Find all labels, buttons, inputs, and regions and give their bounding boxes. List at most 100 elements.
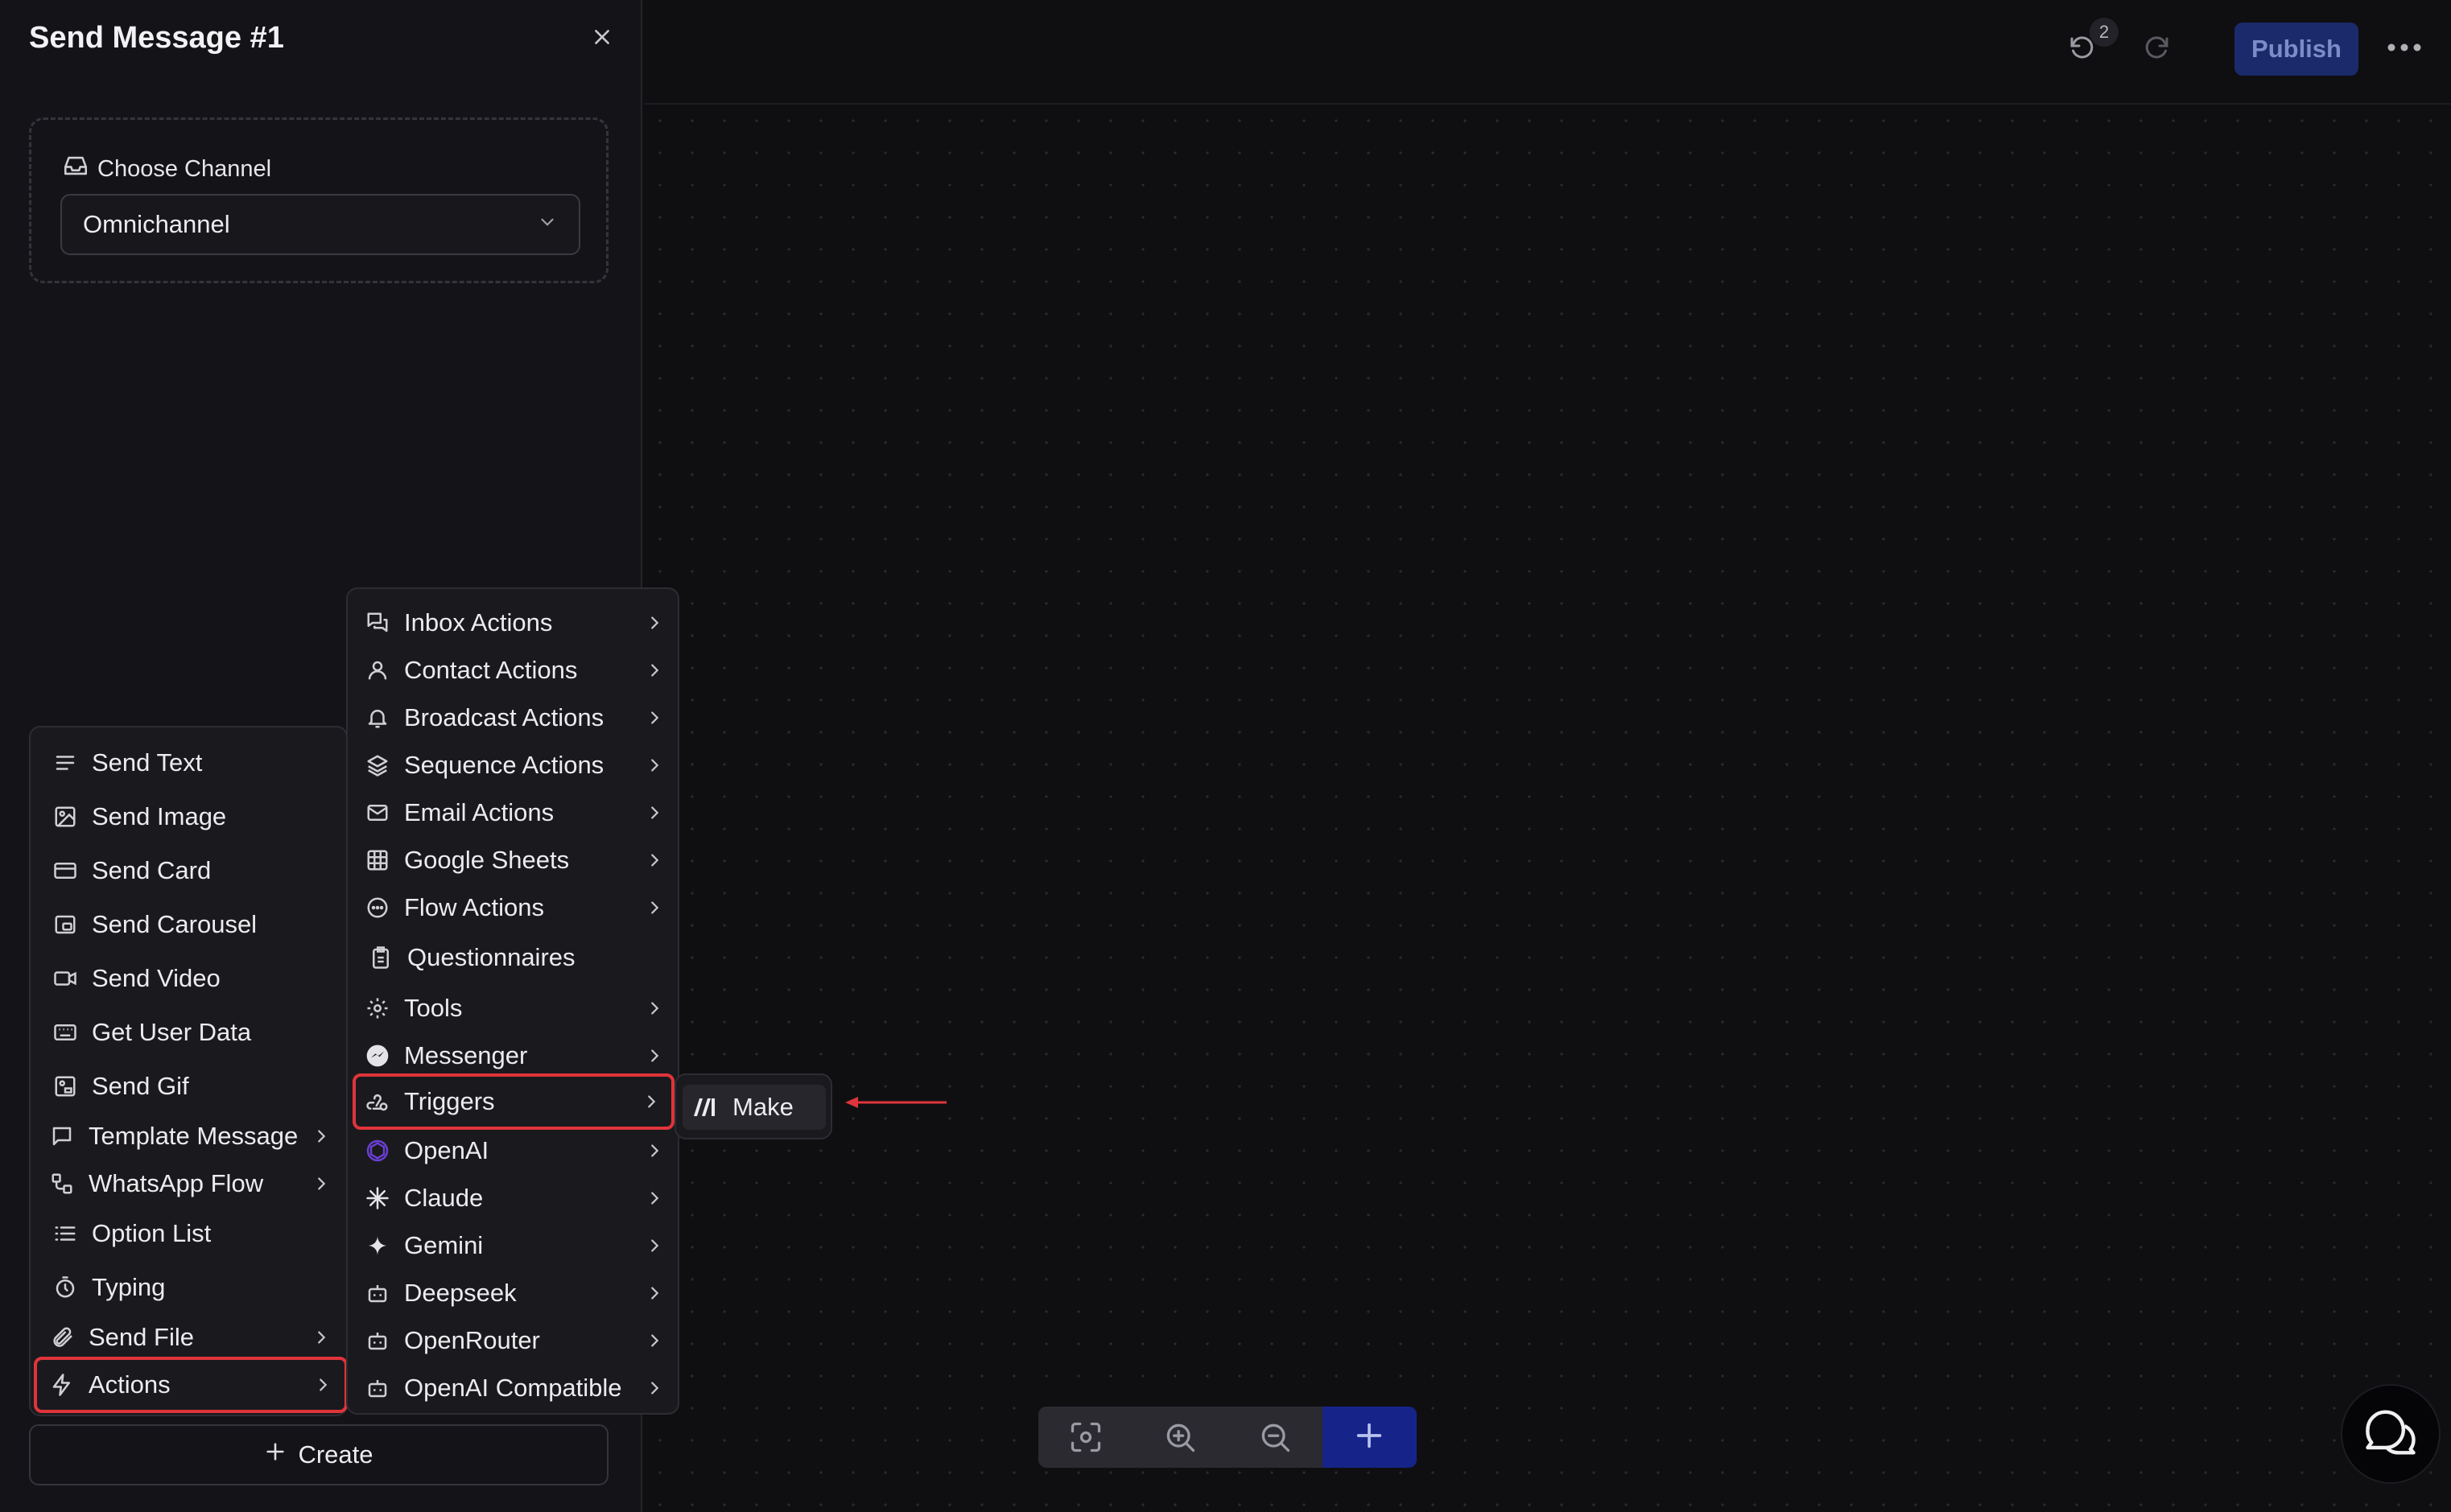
menu-item-label: Send Video <box>92 964 221 992</box>
chevron-right-icon <box>642 1376 666 1400</box>
menu-item-template-message[interactable]: Template Message <box>48 1114 333 1159</box>
chevron-right-icon <box>642 1281 666 1305</box>
menu-item-label: Send Image <box>92 802 227 830</box>
chevron-right-icon <box>642 1044 666 1068</box>
menu-item-openrouter[interactable]: OpenRouter <box>364 1318 666 1363</box>
menu-item-label: Contact Actions <box>404 656 578 684</box>
menu-item-label: Claude <box>404 1184 484 1212</box>
gear-icon <box>364 995 391 1022</box>
menu-item-actions[interactable]: Actions <box>34 1357 348 1413</box>
topbar-divider <box>644 103 2451 105</box>
zoom-out-icon[interactable] <box>1228 1407 1322 1468</box>
chevron-right-icon <box>309 1172 333 1196</box>
carousel-icon <box>52 911 79 938</box>
menu-item-label: Google Sheets <box>404 846 570 874</box>
triggers-submenu: Make <box>675 1073 832 1139</box>
create-button[interactable]: Create <box>29 1424 609 1485</box>
menu-item-send-image[interactable]: Send Image <box>52 794 333 839</box>
menu-item-send-video[interactable]: Send Video <box>52 956 333 1001</box>
lightning-icon <box>48 1371 76 1399</box>
menu-item-sequence-actions[interactable]: Sequence Actions <box>364 743 666 788</box>
more-options-icon[interactable] <box>2384 27 2424 68</box>
keyboard-icon <box>52 1019 79 1046</box>
menu-item-get-user-data[interactable]: Get User Data <box>52 1010 333 1055</box>
menu-item-label: Flow Actions <box>404 893 545 921</box>
menu-item-label: Send Text <box>92 748 203 777</box>
inbox-icon <box>62 152 89 186</box>
menu-item-label: Email Actions <box>404 798 555 826</box>
message-type-menu: Send Text Send Image Send Card Send Caro… <box>29 726 348 1416</box>
chevron-right-icon <box>642 1234 666 1258</box>
paperclip-icon <box>48 1324 76 1351</box>
chat-bubbles-icon <box>2360 1402 2421 1467</box>
menu-item-google-sheets[interactable]: Google Sheets <box>364 838 666 883</box>
menu-item-label: Messenger <box>404 1041 528 1069</box>
menu-item-email-actions[interactable]: Email Actions <box>364 790 666 835</box>
flow-icon <box>48 1170 76 1197</box>
menu-item-openai[interactable]: OpenAI <box>364 1128 666 1173</box>
clipboard-icon <box>367 944 394 971</box>
channel-section: Choose Channel Omnichannel <box>29 117 609 283</box>
menu-item-label: Deepseek <box>404 1279 517 1307</box>
menu-item-send-text[interactable]: Send Text <box>52 740 333 785</box>
menu-item-option-list[interactable]: Option List <box>52 1211 333 1256</box>
table-icon <box>364 847 391 874</box>
bell-icon <box>364 704 391 731</box>
chevron-right-icon <box>642 848 666 872</box>
inbox-icon <box>364 609 391 637</box>
menu-item-label: Tools <box>404 994 463 1022</box>
messenger-icon <box>364 1042 391 1069</box>
menu-item-triggers[interactable]: Triggers <box>353 1073 675 1130</box>
fit-view-icon[interactable] <box>1038 1407 1133 1468</box>
menu-item-label: Actions <box>89 1370 171 1399</box>
add-node-button[interactable] <box>1322 1407 1417 1468</box>
menu-item-messenger[interactable]: Messenger <box>364 1033 666 1078</box>
support-chat-button[interactable] <box>2341 1384 2441 1484</box>
panel-title: Send Message #1 <box>29 21 284 55</box>
menu-item-deepseek[interactable]: Deepseek <box>364 1271 666 1316</box>
menu-item-typing[interactable]: Typing <box>52 1265 333 1310</box>
menu-item-tools[interactable]: Tools <box>364 986 666 1031</box>
chevron-right-icon <box>642 1329 666 1353</box>
mail-icon <box>364 799 391 826</box>
video-icon <box>52 965 79 992</box>
channel-label: Choose Channel <box>62 152 271 186</box>
bot-icon <box>364 1327 391 1354</box>
menu-item-flow-actions[interactable]: Flow Actions <box>364 885 666 930</box>
card-icon <box>52 857 79 884</box>
chevron-right-icon <box>311 1373 335 1397</box>
menu-item-questionnaires[interactable]: Questionnaires <box>367 935 666 980</box>
menu-item-send-file[interactable]: Send File <box>48 1315 333 1360</box>
menu-item-label: Send Carousel <box>92 910 258 938</box>
channel-select[interactable]: Omnichannel <box>60 194 580 255</box>
chevron-right-icon <box>642 658 666 682</box>
menu-item-label: Questionnaires <box>407 943 576 971</box>
menu-item-contact-actions[interactable]: Contact Actions <box>364 648 666 693</box>
menu-item-claude[interactable]: Claude <box>364 1176 666 1221</box>
claude-icon <box>364 1184 391 1212</box>
zoom-in-icon[interactable] <box>1133 1407 1228 1468</box>
chevron-right-icon <box>642 996 666 1020</box>
chevron-right-icon <box>642 1186 666 1210</box>
menu-item-label: Inbox Actions <box>404 608 553 637</box>
user-icon <box>364 657 391 684</box>
publish-button[interactable]: Publish <box>2234 23 2358 76</box>
menu-item-gemini[interactable]: Gemini <box>364 1223 666 1268</box>
dots-circle-icon <box>364 894 391 921</box>
menu-item-make[interactable]: Make <box>683 1085 826 1130</box>
menu-item-send-carousel[interactable]: Send Carousel <box>52 902 333 947</box>
menu-item-openai-compatible[interactable]: OpenAI Compatible <box>364 1366 666 1411</box>
flow-canvas[interactable] <box>644 105 2451 1512</box>
text-lines-icon <box>52 749 79 777</box>
menu-item-send-gif[interactable]: Send Gif <box>52 1064 333 1109</box>
undo-count-badge: 2 <box>2090 18 2119 47</box>
menu-item-send-card[interactable]: Send Card <box>52 848 333 893</box>
redo-icon[interactable] <box>2135 26 2180 71</box>
chevron-right-icon <box>642 801 666 825</box>
close-icon[interactable] <box>586 21 618 53</box>
menu-item-broadcast-actions[interactable]: Broadcast Actions <box>364 695 666 740</box>
menu-item-inbox-actions[interactable]: Inbox Actions <box>364 600 666 645</box>
menu-item-label: Option List <box>92 1219 212 1247</box>
menu-item-label: Template Message <box>89 1122 299 1150</box>
menu-item-whatsapp-flow[interactable]: WhatsApp Flow <box>48 1161 333 1206</box>
